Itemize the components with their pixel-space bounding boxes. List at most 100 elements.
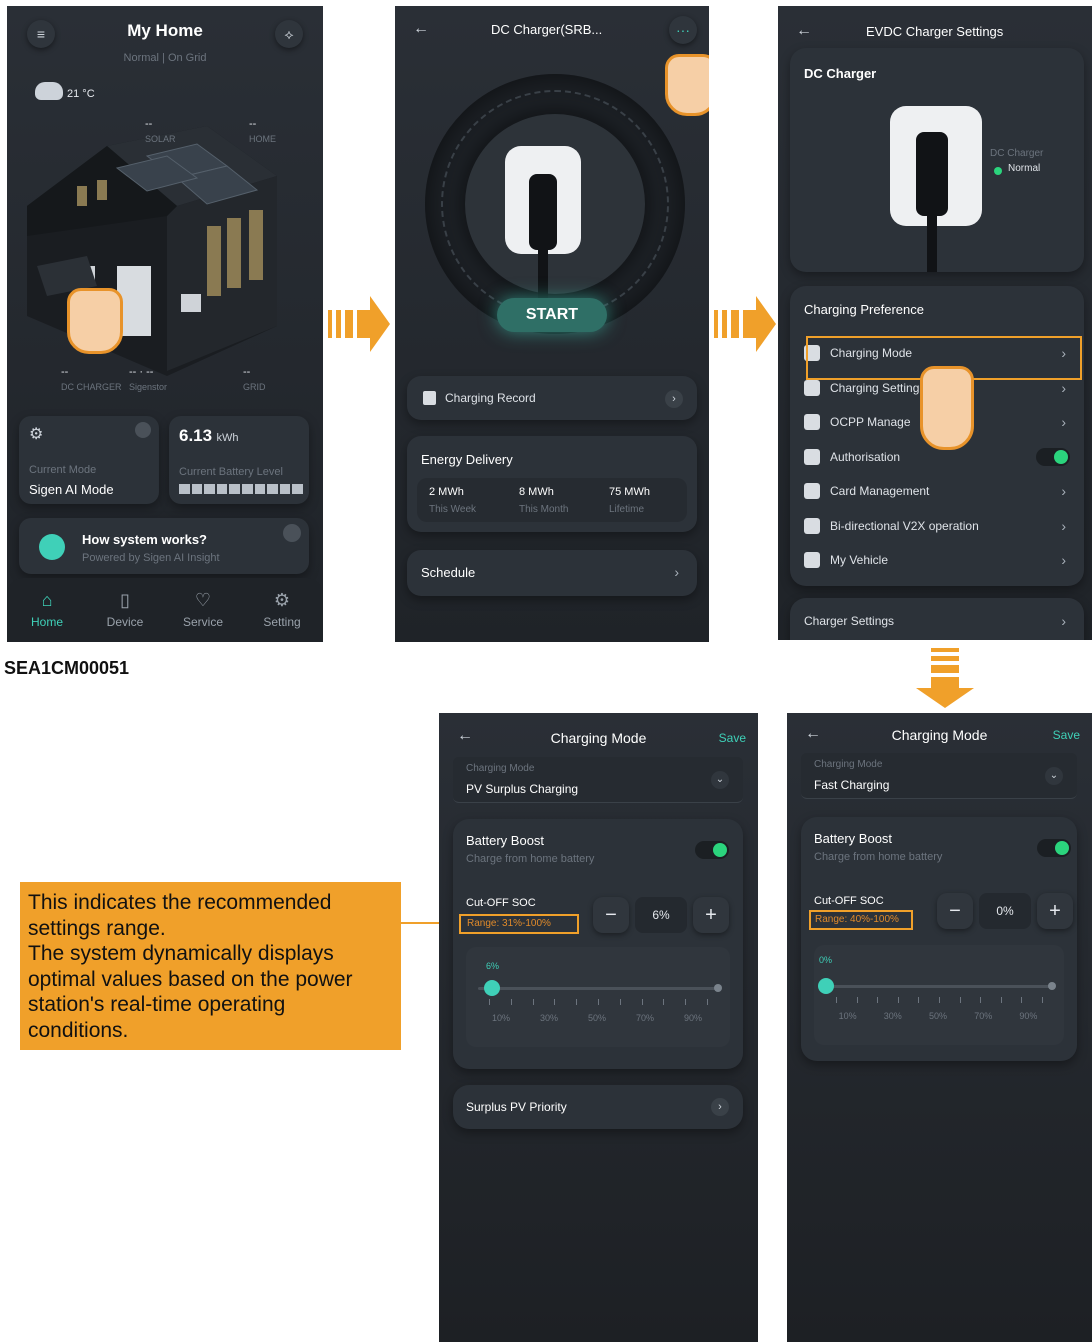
weather-icon [35, 82, 63, 100]
annotation-line: The system dynamically displays [28, 942, 334, 965]
slider-tick-label: 10% [492, 1013, 511, 1023]
mode-title: Charging Mode [891, 727, 988, 743]
lock-icon [804, 448, 820, 465]
grid-label: GRID [243, 382, 266, 392]
save-button[interactable]: Save [719, 731, 746, 745]
schedule-row[interactable]: Schedule › [407, 550, 697, 596]
status-dot [994, 167, 1002, 175]
boost-title: Battery Boost [466, 833, 545, 848]
energy-delivery-card: Energy Delivery 2 MWh This Week 8 MWh Th… [407, 436, 697, 532]
chevron-right-icon: › [674, 564, 679, 580]
slider-track [478, 987, 718, 990]
preference-item-card-management[interactable]: Card Management › [790, 474, 1084, 508]
energy-month-value: 8 MWh [519, 486, 554, 498]
house-illustration [27, 126, 277, 376]
preference-item-bi-directional-v2x-operation[interactable]: Bi-directional V2X operation › [790, 509, 1084, 543]
save-button[interactable]: Save [1053, 728, 1080, 742]
slider-tick [877, 997, 879, 1003]
slider-end-dot [714, 984, 722, 992]
mode-caption: Current Mode [29, 464, 97, 476]
increment-button[interactable]: + [1037, 893, 1073, 929]
nav-home[interactable]: ⌂ Home [17, 590, 77, 629]
share-button[interactable]: ⟡ [275, 20, 303, 48]
battery-boost-toggle[interactable] [1037, 839, 1071, 857]
preference-label: Card Management [830, 484, 930, 498]
tap-hand-icon [67, 288, 123, 354]
device-card: DC Charger DC Charger Normal [790, 48, 1084, 272]
soc-slider[interactable]: 6% 10% 30% 50% 70% 90% [466, 947, 730, 1047]
slider-value-label: 0% [819, 955, 833, 965]
chevron-right-icon: › [1061, 483, 1066, 499]
figure-code: SEA1CM00051 [4, 658, 130, 678]
slider-tick [836, 997, 838, 1003]
nav-service[interactable]: ♡ Service [173, 590, 233, 629]
more-button[interactable]: ··· [669, 16, 697, 44]
authorisation-toggle[interactable] [1036, 447, 1070, 466]
slider-tick-label: 70% [974, 1011, 993, 1021]
chevron-right-icon: › [1061, 379, 1066, 396]
card-icon [804, 483, 820, 499]
mode-select[interactable]: Charging Mode PV Surplus Charging ⌄ [453, 757, 743, 803]
slider-tick [641, 999, 643, 1005]
decrement-button[interactable]: − [593, 897, 629, 933]
solar-label: SOLAR [145, 134, 176, 144]
charging-setting-icon [804, 379, 820, 396]
slider-tick-label: 90% [1019, 1011, 1038, 1021]
slider-tick-label: 70% [636, 1013, 655, 1023]
soc-label: Cut-OFF SOC [814, 895, 884, 907]
nav-setting[interactable]: ⚙ Setting [252, 590, 312, 629]
slider-thumb[interactable] [484, 980, 501, 996]
start-button[interactable]: START [497, 298, 607, 332]
battery-caption: Current Battery Level [179, 466, 283, 478]
evdc-settings-screen: ← EVDC Charger Settings DC Charger DC Ch… [778, 6, 1092, 640]
how-subtitle: Powered by Sigen AI Insight [82, 552, 220, 564]
select-caption: Charging Mode [466, 763, 535, 774]
surplus-pv-row[interactable]: Surplus PV Priority › [453, 1085, 743, 1129]
sigenstor-label: Sigenstor [129, 382, 168, 392]
home-icon: ⌂ [41, 590, 53, 610]
soc-value[interactable]: 6% [635, 897, 687, 933]
charging-record-row[interactable]: Charging Record › [407, 376, 697, 420]
battery-boost-toggle[interactable] [695, 841, 729, 859]
chevron-right-icon: › [1061, 552, 1066, 568]
mode-card[interactable]: ⚙ Current Mode Sigen AI Mode [19, 416, 159, 504]
preference-item-my-vehicle[interactable]: My Vehicle › [790, 543, 1084, 577]
energy-week-value: 2 MWh [429, 486, 464, 498]
slider-thumb[interactable] [818, 978, 834, 994]
energy-lifetime-caption: Lifetime [609, 504, 645, 515]
mode-value: Sigen AI Mode [29, 482, 114, 497]
decrement-button[interactable]: − [937, 893, 973, 929]
nav-device[interactable]: ▯ Device [95, 590, 155, 629]
energy-lifetime-value: 75 MWh [609, 486, 650, 498]
temperature: 21 °C [67, 88, 95, 100]
insight-icon [39, 534, 65, 560]
how-system-works-card[interactable]: How system works? Powered by Sigen AI In… [19, 518, 309, 574]
slider-value-label: 6% [486, 961, 500, 971]
slider-end-dot [1048, 982, 1056, 990]
slider-tick [1021, 997, 1023, 1003]
slider-tick [532, 999, 534, 1005]
settings-title: EVDC Charger Settings [866, 24, 1004, 39]
battery-card[interactable]: 6.13 kWh Current Battery Level [169, 416, 309, 504]
energy-title: Energy Delivery [421, 452, 513, 467]
setting-icon: ⚙ [273, 590, 291, 610]
soc-label: Cut-OFF SOC [466, 897, 536, 909]
soc-slider[interactable]: 0% 10% 30% 50% 70% 90% [814, 945, 1064, 1045]
slider-tick [576, 999, 578, 1005]
range-hint: Range: 40%-100% [809, 910, 913, 930]
increment-button[interactable]: + [693, 897, 729, 933]
battery-boost-card: Battery Boost Charge from home battery C… [801, 817, 1077, 1061]
charger-settings-label: Charger Settings [804, 614, 895, 628]
soc-value[interactable]: 0% [979, 893, 1031, 929]
slider-tick [1041, 997, 1043, 1003]
back-icon[interactable]: ← [413, 20, 429, 38]
slider-tick [707, 999, 709, 1005]
charger-settings-row[interactable]: Charger Settings › [790, 598, 1084, 640]
slider-tick [488, 999, 490, 1005]
chevron-down-icon: ⌄ [711, 771, 729, 789]
mode-select[interactable]: Charging Mode Fast Charging ⌄ [801, 753, 1077, 799]
charger-value: -- [61, 366, 69, 378]
back-icon[interactable]: ← [796, 22, 812, 40]
select-caption: Charging Mode [814, 759, 883, 770]
slider-tick [510, 999, 512, 1005]
